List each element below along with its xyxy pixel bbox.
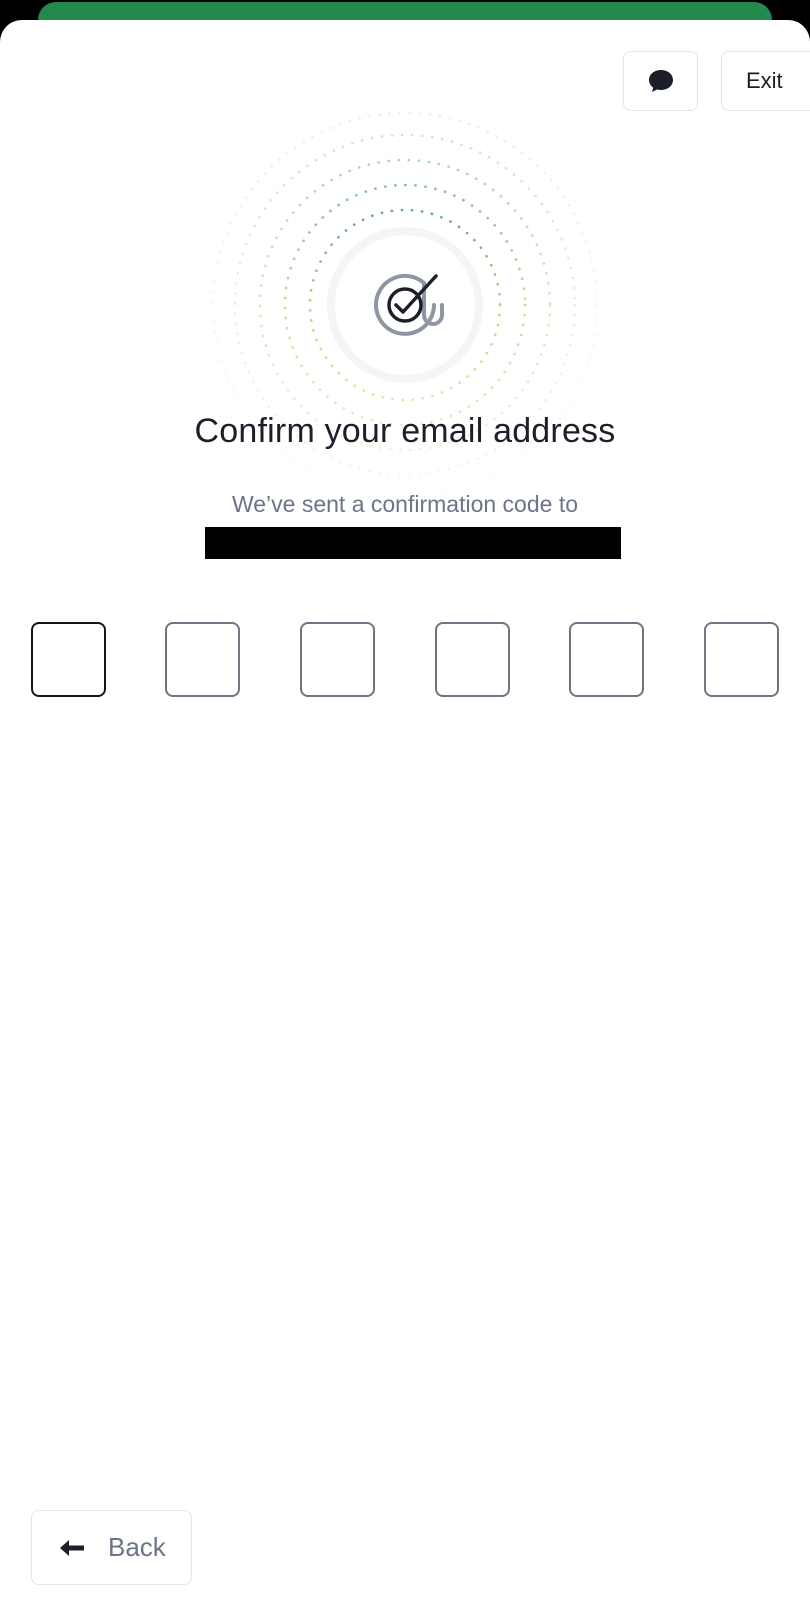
exit-button[interactable]: Exit <box>721 51 810 111</box>
icon-disc <box>335 235 475 375</box>
code-digit-3[interactable] <box>300 622 375 697</box>
arrow-left-icon <box>60 1539 84 1556</box>
page-title: Confirm your email address <box>194 412 616 450</box>
exit-label: Exit <box>746 68 783 93</box>
redacted-email <box>205 527 621 559</box>
back-button[interactable]: Back <box>31 1510 192 1585</box>
code-digit-2[interactable] <box>165 622 240 697</box>
code-digit-6[interactable] <box>704 622 779 697</box>
code-input-row <box>31 622 781 698</box>
verification-card: Exit Confirm your email address We’ve se… <box>0 20 810 1600</box>
back-label: Back <box>108 1532 166 1562</box>
code-digit-4[interactable] <box>435 622 510 697</box>
speech-bubble-icon <box>648 70 673 92</box>
code-digit-1[interactable] <box>31 622 106 697</box>
chat-button[interactable] <box>623 51 698 111</box>
code-digit-5[interactable] <box>569 622 644 697</box>
confirmation-subtitle: We’ve sent a confirmation code to <box>231 491 579 517</box>
